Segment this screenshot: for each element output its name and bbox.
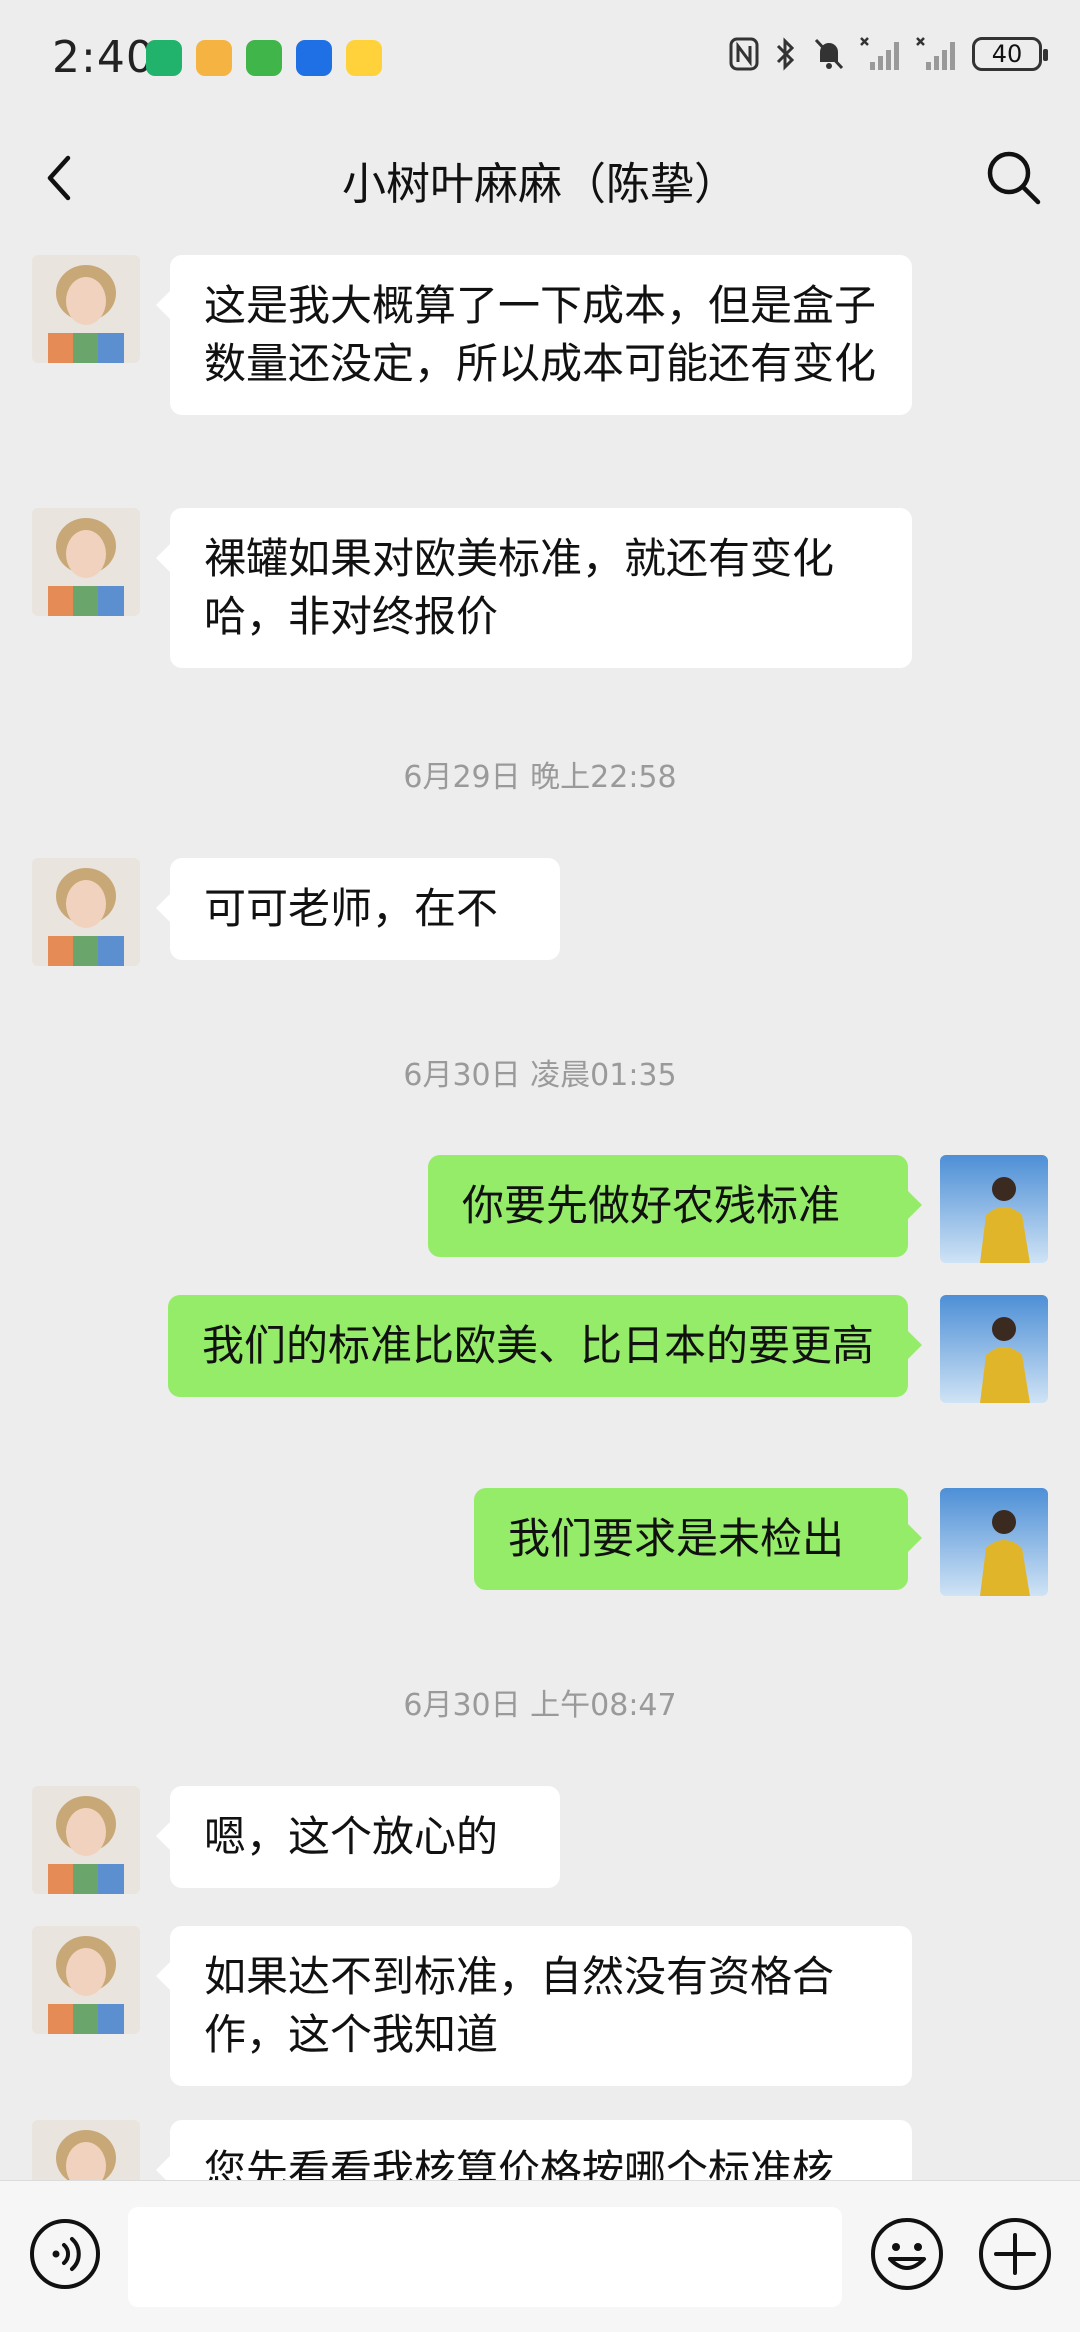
status-bar: 2:40 40 (0, 0, 1080, 120)
chat-header: 小树叶麻麻（陈挚） (0, 120, 1080, 230)
signal-2-icon (916, 37, 955, 70)
bluetooth-icon (776, 37, 795, 71)
message-timestamp: 6月30日 上午08:47 (403, 1688, 677, 1723)
contact-avatar[interactable] (32, 508, 140, 616)
message-input[interactable] (128, 2207, 842, 2307)
plus-icon[interactable] (976, 2215, 1054, 2293)
received-message-bubble[interactable]: 如果达不到标准，自然没有资格合作，这个我知道 (156, 1926, 912, 2086)
chat-title: 小树叶麻麻（陈挚） (342, 159, 738, 210)
mascot-app-icon (196, 40, 232, 76)
leaf-app-icon (146, 40, 182, 76)
notification-icons (146, 40, 382, 76)
contact-avatar[interactable] (32, 1786, 140, 1894)
user-avatar[interactable] (940, 1295, 1048, 1403)
sent-message-bubble[interactable]: 我们要求是未检出 (474, 1488, 922, 1590)
battery-icon: 40 (972, 37, 1048, 71)
green-app-icon (246, 40, 282, 76)
sent-message-bubble[interactable]: 你要先做好农残标准 (428, 1155, 922, 1257)
emoji-icon[interactable] (868, 2215, 946, 2293)
nfc-icon (729, 37, 759, 71)
voice-input-icon[interactable] (28, 2217, 102, 2291)
duck-app-icon (346, 40, 382, 76)
message-timestamp: 6月29日 晚上22:58 (403, 760, 677, 795)
received-message-bubble[interactable]: 可可老师，在不 (156, 858, 560, 960)
mute-bell-icon (814, 38, 844, 70)
contact-avatar[interactable] (32, 2120, 140, 2180)
status-time: 2:40 (52, 32, 155, 83)
signal-1-icon (860, 37, 899, 70)
user-avatar[interactable] (940, 1488, 1048, 1596)
contact-avatar[interactable] (32, 1926, 140, 2034)
message-list[interactable]: 这是我大概算了一下成本，但是盒子数量还没定，所以成本可能还有变化 裸罐如果对欧美… (0, 230, 1080, 2180)
system-icons: 40 (728, 36, 1048, 72)
received-message-bubble[interactable]: 嗯，这个放心的 (156, 1786, 560, 1888)
input-bar (0, 2180, 1080, 2332)
message-timestamp: 6月30日 凌晨01:35 (403, 1058, 677, 1093)
user-avatar[interactable] (940, 1155, 1048, 1263)
received-message-bubble[interactable]: 您先看看我核算价格按哪个标准核 (156, 2120, 912, 2180)
contact-avatar[interactable] (32, 255, 140, 363)
search-icon[interactable] (982, 146, 1044, 208)
contact-avatar[interactable] (32, 858, 140, 966)
flight-app-icon (296, 40, 332, 76)
received-message-bubble[interactable]: 裸罐如果对欧美标准，就还有变化哈，非对终报价 (156, 508, 912, 668)
sent-message-bubble[interactable]: 我们的标准比欧美、比日本的要更高 (168, 1295, 922, 1397)
received-message-bubble[interactable]: 这是我大概算了一下成本，但是盒子数量还没定，所以成本可能还有变化 (156, 255, 912, 415)
